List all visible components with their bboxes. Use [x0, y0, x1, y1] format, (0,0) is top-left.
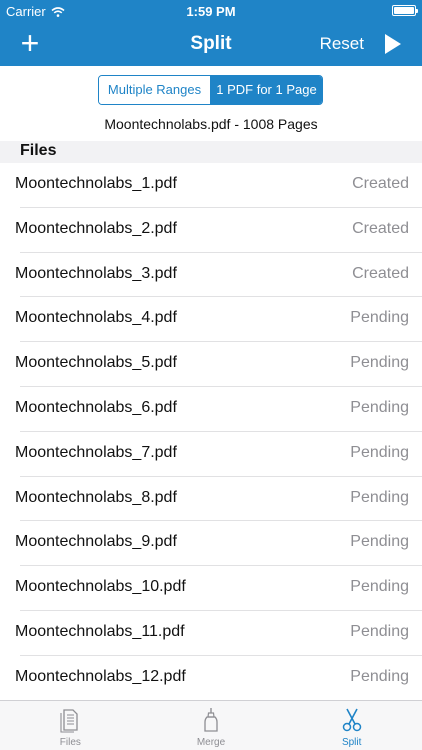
file-name: Moontechnolabs_9.pdf: [15, 533, 177, 551]
play-icon[interactable]: [384, 33, 402, 55]
file-name: Moontechnolabs_12.pdf: [15, 667, 186, 685]
file-name: Moontechnolabs_4.pdf: [15, 309, 177, 327]
navigation-bar: + Split Reset: [0, 22, 422, 66]
file-list: Moontechnolabs_1.pdf Created Moontechnolab…: [0, 163, 422, 701]
tab-label: Split: [341, 737, 362, 748]
file-status: Pending: [350, 443, 409, 461]
tab-files[interactable]: Files: [0, 701, 141, 750]
file-row[interactable]: Moontechnolabs_9.pdf Pending: [0, 521, 422, 566]
battery-icon: [392, 5, 418, 16]
file-name: Moontechnolabs_7.pdf: [15, 443, 177, 461]
file-status: Pending: [350, 398, 409, 416]
file-row[interactable]: Moontechnolabs_12.pdf Pending: [0, 656, 422, 701]
status-time: 1:59 PM: [186, 4, 236, 19]
file-name: Moontechnolabs_11.pdf: [15, 622, 185, 640]
file-row[interactable]: Moontechnolabs_2.pdf Created: [0, 208, 422, 253]
file-row[interactable]: Moontechnolabs_4.pdf Pending: [0, 297, 422, 342]
file-status: Pending: [350, 309, 409, 327]
file-row[interactable]: Moontechnolabs_11.pdf Pending: [0, 611, 422, 656]
file-row[interactable]: Moontechnolabs_3.pdf Created: [0, 253, 422, 298]
section-title: Files: [20, 142, 57, 159]
file-status: Created: [352, 175, 409, 192]
status-bar: Carrier 1:59 PM: [0, 0, 422, 22]
file-row[interactable]: Moontechnolabs_1.pdf Created: [0, 163, 422, 208]
segment-one-pdf-per-page[interactable]: 1 PDF for 1 Page: [211, 76, 322, 104]
file-status: Pending: [350, 667, 409, 685]
file-row[interactable]: Moontechnolabs_8.pdf Pending: [0, 477, 422, 522]
top-bar: Carrier 1:59 PM + Split Reset: [0, 0, 422, 66]
glue-bottle-icon: [204, 708, 218, 732]
reset-button[interactable]: Reset: [320, 34, 364, 54]
file-name: Moontechnolabs_2.pdf: [15, 219, 177, 237]
segment-multiple-ranges[interactable]: Multiple Ranges: [99, 76, 211, 104]
file-status: Pending: [350, 533, 409, 551]
file-row[interactable]: Moontechnolabs_6.pdf Pending: [0, 387, 422, 432]
file-name: Moontechnolabs_1.pdf: [15, 175, 177, 192]
tab-bar: Files Merge Split: [0, 700, 422, 750]
file-name: Moontechnolabs_3.pdf: [15, 264, 177, 282]
tab-label: Files: [59, 737, 81, 748]
file-status: Pending: [350, 578, 409, 596]
document-icon: [60, 709, 78, 733]
file-status: Pending: [350, 354, 409, 372]
scissors-icon: [342, 708, 361, 732]
file-row[interactable]: Moontechnolabs_5.pdf Pending: [0, 342, 422, 387]
file-row[interactable]: Moontechnolabs_7.pdf Pending: [0, 432, 422, 477]
file-name: Moontechnolabs_6.pdf: [15, 398, 177, 416]
file-row[interactable]: Moontechnolabs_10.pdf Pending: [0, 566, 422, 611]
file-status: Pending: [350, 488, 409, 506]
file-name: Moontechnolabs_5.pdf: [15, 354, 177, 372]
file-info-label: Moontechnolabs.pdf - 1008 Pages: [104, 116, 318, 132]
file-status: Pending: [350, 622, 409, 640]
file-status: Created: [352, 219, 409, 237]
tab-merge[interactable]: Merge: [141, 701, 282, 750]
file-status: Created: [352, 264, 409, 282]
files-section-header: Files: [0, 141, 422, 163]
tab-label: Merge: [196, 737, 226, 748]
tab-split[interactable]: Split: [281, 701, 422, 750]
split-mode-control: Multiple Ranges 1 PDF for 1 Page: [98, 75, 323, 105]
file-name: Moontechnolabs_10.pdf: [15, 578, 186, 596]
file-name: Moontechnolabs_8.pdf: [15, 488, 177, 506]
